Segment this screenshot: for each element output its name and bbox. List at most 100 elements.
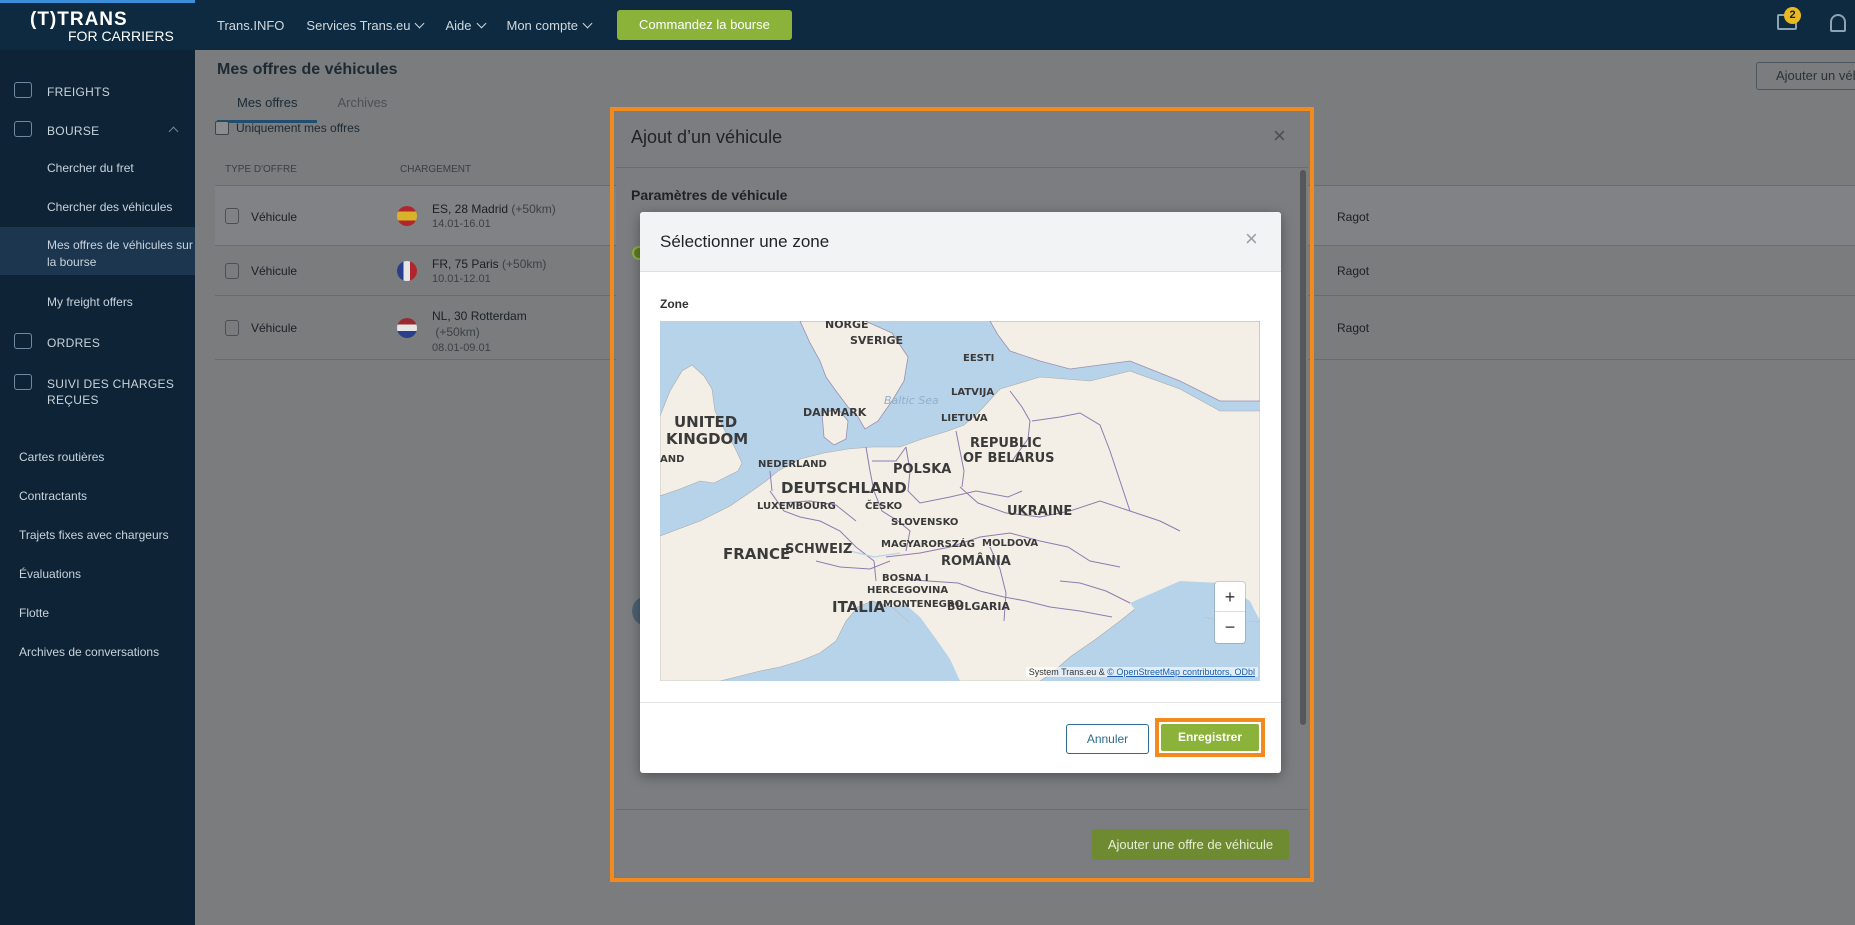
tabs: Mes offres Archives [217,83,407,123]
zoom-out-button[interactable]: − [1215,612,1245,642]
sidebar-item-label: SUIVI DES CHARGES REÇUES [47,377,175,407]
contact-name: Ragot [1337,321,1370,335]
sidebar-item-label: Trajets fixes avec chargeurs [19,528,169,542]
top-bar: (T)TRANS FOR CARRIERS Trans.INFO Service… [0,0,1855,50]
map-label: POLSKA [893,462,952,477]
flag-nl-icon [397,318,417,338]
radius: (+50km) [511,202,556,216]
checkbox[interactable] [215,121,229,135]
sidebar-item-label: My freight offers [47,295,133,309]
vehicle-icon [225,263,239,279]
zoom-in-button[interactable]: + [1215,582,1245,612]
page-title: Mes offres de véhicules [217,61,398,78]
close-icon[interactable]: × [1245,228,1258,250]
trans-logo[interactable]: (T)TRANS FOR CARRIERS [0,0,195,50]
dialog-title: Ajout d’un véhicule [631,127,783,147]
modal-title: Sélectionner une zone [660,232,830,251]
location: NL, 30 Rotterdam [432,309,527,323]
vehicle-icon [225,208,239,224]
save-button[interactable]: Enregistrer [1161,724,1259,751]
sidebar-item-label: BOURSE [47,124,100,138]
sidebar-item-label: Évaluations [19,567,82,581]
nav-trans-info[interactable]: Trans.INFO [217,18,284,33]
tab-mes-offres[interactable]: Mes offres [217,83,318,123]
offer-type: Véhicule [251,321,298,335]
contact-name: Ragot [1337,264,1370,278]
map-label: NORGE [825,321,869,331]
sidebar-item-label: Chercher du fret [47,161,134,175]
date-range: 08.01-09.01 [432,342,491,354]
cancel-button[interactable]: Annuler [1066,724,1149,754]
nav-label: Trans.INFO [217,17,285,33]
freight-icon [14,82,32,98]
sidebar-item-freights[interactable]: FREIGHTS [0,82,195,102]
map-label: AND [660,454,685,465]
attribution-text: System Trans.eu & [1028,667,1105,677]
sidebar-item-ordres[interactable]: ORDRES [0,333,195,353]
sidebar-item-archives[interactable]: Archives de conversations [0,645,195,665]
map-canvas [660,321,1260,681]
sidebar-item-chercher-fret[interactable]: Chercher du fret [0,160,195,180]
map-label: ROMÂNIA [941,554,1011,569]
radius: (+50km) [502,257,547,271]
box-icon [14,121,32,137]
nav-mon-compte[interactable]: Mon compte [506,17,593,33]
add-vehicle-offer-button[interactable]: Ajouter une offre de véhicule [1092,829,1289,860]
map-label: UNITED [674,413,738,431]
flag-fr-icon [397,261,417,281]
map-label: EESTI [963,353,995,364]
map-label: UKRAINE [1007,504,1073,519]
nav-aide[interactable]: Aide [445,17,486,33]
sidebar-item-cartes[interactable]: Cartes routières [0,450,195,470]
nav-label: Services Trans.eu [306,17,411,33]
map-label: BOSNA I [882,573,929,584]
sidebar-item-bourse[interactable]: BOURSE [0,121,195,141]
map-label: REPUBLIC [970,436,1042,451]
top-nav: Trans.INFO Services Trans.eu Aide Mon co… [195,0,792,50]
sidebar-item-mes-offres[interactable]: Mes offres de véhicules sur la bourse [0,227,195,275]
only-mine-filter[interactable]: Uniquement mes offres [215,121,360,135]
logo-line-2: FOR CARRIERS [68,27,174,44]
select-zone-modal: Sélectionner une zone × Zone NORGE SVERI… [640,212,1281,773]
zone-map[interactable]: NORGE SVERIGE EESTI LATVIJA DANMARK Balt… [660,321,1260,681]
sidebar: FREIGHTS BOURSE Chercher du fret Cherche… [0,50,195,925]
order-exchange-button[interactable]: Commandez la bourse [617,10,792,40]
loading-place: NL, 30 Rotterdam (+50km) [432,308,562,340]
nav-services[interactable]: Services Trans.eu [306,17,425,33]
sidebar-item-suivi[interactable]: SUIVI DES CHARGES REÇUES [0,374,195,410]
checkbox-label: Uniquement mes offres [236,121,360,135]
radius: (+50km) [435,325,480,339]
sidebar-item-flotte[interactable]: Flotte [0,606,195,626]
sidebar-item-trajets[interactable]: Trajets fixes avec chargeurs [0,528,195,548]
close-icon[interactable]: × [1273,125,1286,147]
sidebar-item-chercher-vehicules[interactable]: Chercher des véhicules [0,199,195,219]
map-label: MOLDOVA [982,538,1039,549]
map-label: SCHWEIZ [785,542,853,557]
loading-place: FR, 75 Paris (+50km) [432,256,546,272]
bell-icon[interactable] [1830,14,1846,32]
nav-label: Aide [445,17,472,33]
contact-name: Ragot [1337,210,1370,224]
column-header: CHARGEMENT [400,164,472,175]
sidebar-item-evaluations[interactable]: Évaluations [0,567,195,587]
attribution-link[interactable]: © OpenStreetMap contributors, ODbl [1107,667,1255,677]
add-vehicle-button[interactable]: Ajouter un véh [1756,62,1855,90]
map-label: ITALIA [832,598,886,616]
nav-label: Mon compte [506,17,579,33]
map-attribution: System Trans.eu & © OpenStreetMap contri… [1025,667,1258,677]
map-label: Baltic Sea [884,394,939,407]
sidebar-item-freight-offers[interactable]: My freight offers [0,294,195,314]
map-label: LIETUVA [941,413,988,424]
divider [616,809,1308,810]
map-label: DEUTSCHLAND [781,479,907,497]
dialog-scrollbar[interactable] [1300,170,1306,725]
map-label: HERCEGOVINA [867,585,949,596]
location: ES, 28 Madrid [432,202,509,216]
tab-archives[interactable]: Archives [317,83,407,123]
chat-badge: 2 [1784,7,1801,24]
location: FR, 75 Paris [432,257,499,271]
divider [640,702,1281,703]
map-label: DANMARK [803,406,867,419]
sidebar-item-label: Mes offres de véhicules sur la bourse [47,238,193,269]
sidebar-item-contractants[interactable]: Contractants [0,489,195,509]
